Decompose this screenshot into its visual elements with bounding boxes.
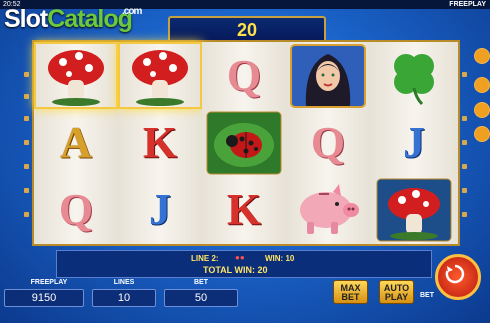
symbol-woman <box>286 42 370 109</box>
symbol-mushroom <box>118 42 202 109</box>
sound-icon[interactable] <box>474 102 490 118</box>
symbol-q: Q <box>58 185 94 234</box>
symbol-q: Q <box>310 118 346 167</box>
bet-value[interactable]: 50 <box>164 289 238 307</box>
autoplay-button[interactable]: AUTO PLAY <box>379 280 414 304</box>
settings-icon[interactable] <box>474 126 490 142</box>
site-logo: SlotCatalog .com <box>4 5 142 33</box>
win-info-bar: LINE 2: ●● WIN: 10 TOTAL WIN: 20 <box>56 250 432 278</box>
freeplay-label: FREEPLAY <box>30 279 68 286</box>
symbol-clover <box>370 42 458 109</box>
symbol-mushroom <box>370 176 458 243</box>
reel-2: K J <box>118 42 203 244</box>
reel-1: A Q <box>34 42 119 244</box>
mode-label: FREEPLAY <box>449 1 486 8</box>
bet-minus-button[interactable]: BET <box>420 292 434 299</box>
reel-area: A Q K J Q K Q J <box>32 40 460 246</box>
symbol-a: A <box>60 118 92 167</box>
line-label: LINE 2: <box>191 254 219 263</box>
symbol-j: J <box>149 185 171 234</box>
spin-icon <box>445 264 465 284</box>
reel-3: Q K <box>202 42 287 244</box>
reel-4: Q <box>286 42 371 244</box>
freeplay-value: 9150 <box>4 289 84 307</box>
reel-5: J <box>370 42 458 244</box>
lines-value[interactable]: 10 <box>92 289 156 307</box>
symbol-ladybug <box>202 109 286 176</box>
info-icon[interactable] <box>474 77 490 93</box>
max-bet-button[interactable]: MAX BET <box>333 280 368 304</box>
bet-label: BET <box>194 279 208 286</box>
lines-label: LINES <box>113 279 135 286</box>
total-win-label: TOTAL WIN: 20 <box>203 265 268 275</box>
symbol-q: Q <box>226 51 262 100</box>
symbol-piggy-bank <box>286 176 370 243</box>
symbol-k: K <box>226 185 262 234</box>
home-icon[interactable] <box>474 48 490 64</box>
symbol-k: K <box>142 118 178 167</box>
win-label: WIN: 10 <box>265 254 295 263</box>
mushroom-icon: ●● <box>235 253 245 262</box>
symbol-mushroom <box>34 42 118 109</box>
symbol-j: J <box>403 118 425 167</box>
spin-button[interactable] <box>435 254 481 300</box>
